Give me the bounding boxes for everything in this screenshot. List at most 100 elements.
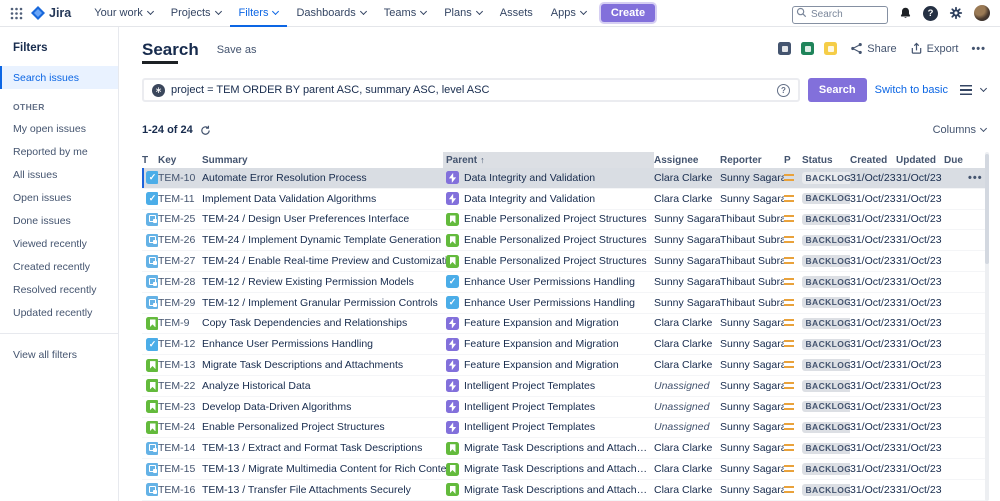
sidebar-item-updated-recently[interactable]: Updated recently xyxy=(0,301,118,324)
table-row[interactable]: TEM-16TEM-13 / Transfer File Attachments… xyxy=(142,480,986,501)
nav-item-plans[interactable]: Plans xyxy=(435,0,491,27)
issue-key-link[interactable]: TEM-12 xyxy=(158,338,202,350)
column-header-created[interactable]: Created xyxy=(850,152,896,168)
columns-button[interactable]: Columns xyxy=(933,124,986,136)
issue-summary-link[interactable]: Develop Data-Driven Algorithms xyxy=(202,401,446,413)
jira-logo[interactable]: Jira xyxy=(31,6,71,20)
scrollbar-thumb[interactable] xyxy=(985,154,989,264)
table-row[interactable]: TEM-29TEM-12 / Implement Granular Permis… xyxy=(142,293,986,314)
issue-key-link[interactable]: TEM-27 xyxy=(158,255,202,267)
parent-link[interactable]: Feature Expansion and Migration xyxy=(446,359,654,372)
table-row[interactable]: TEM-13Migrate Task Descriptions and Atta… xyxy=(142,355,986,376)
issue-summary-link[interactable]: TEM-12 / Implement Granular Permission C… xyxy=(202,297,446,309)
table-row[interactable]: TEM-10Automate Error Resolution ProcessD… xyxy=(142,168,986,189)
help-icon[interactable]: ? xyxy=(923,6,938,21)
issue-summary-link[interactable]: TEM-13 / Migrate Multimedia Content for … xyxy=(202,463,446,475)
issue-summary-link[interactable]: Enhance User Permissions Handling xyxy=(202,338,446,350)
global-search[interactable] xyxy=(792,4,888,22)
export-button[interactable]: Export xyxy=(910,42,959,55)
sidebar-item-done-issues[interactable]: Done issues xyxy=(0,209,118,232)
column-header-reporter[interactable]: Reporter xyxy=(720,152,784,168)
nav-item-projects[interactable]: Projects xyxy=(162,0,230,27)
issue-key-link[interactable]: TEM-26 xyxy=(158,234,202,246)
issue-key-link[interactable]: TEM-24 xyxy=(158,421,202,433)
issue-summary-link[interactable]: TEM-13 / Transfer File Attachments Secur… xyxy=(202,484,446,496)
issue-summary-link[interactable]: TEM-12 / Review Existing Permission Mode… xyxy=(202,276,446,288)
issue-key-link[interactable]: TEM-15 xyxy=(158,463,202,475)
addon-icon-2[interactable] xyxy=(801,42,814,55)
issue-summary-link[interactable]: TEM-24 / Enable Real-time Preview and Cu… xyxy=(202,255,446,267)
settings-gear-icon[interactable] xyxy=(949,6,963,20)
column-header-updated[interactable]: Updated xyxy=(896,152,944,168)
issue-summary-link[interactable]: Automate Error Resolution Process xyxy=(202,172,446,184)
issue-key-link[interactable]: TEM-23 xyxy=(158,401,202,413)
parent-link[interactable]: Intelligent Project Templates xyxy=(446,421,654,434)
user-avatar[interactable] xyxy=(974,5,990,21)
table-row[interactable]: TEM-26TEM-24 / Implement Dynamic Templat… xyxy=(142,230,986,251)
issue-summary-link[interactable]: Enable Personalized Project Structures xyxy=(202,421,446,433)
table-row[interactable]: TEM-9Copy Task Dependencies and Relation… xyxy=(142,314,986,335)
column-header-due[interactable]: Due xyxy=(944,152,968,168)
row-actions-button[interactable]: ••• xyxy=(968,172,983,184)
nav-item-your-work[interactable]: Your work xyxy=(85,0,162,27)
sidebar-item-reported-by-me[interactable]: Reported by me xyxy=(0,140,118,163)
parent-link[interactable]: Enable Personalized Project Structures xyxy=(446,234,654,247)
issue-summary-link[interactable]: Implement Data Validation Algorithms xyxy=(202,193,446,205)
nav-item-apps[interactable]: Apps xyxy=(542,0,595,27)
nav-item-assets[interactable]: Assets xyxy=(491,0,542,27)
jql-help-icon[interactable]: ? xyxy=(777,84,790,97)
issue-key-link[interactable]: TEM-22 xyxy=(158,380,202,392)
nav-item-filters[interactable]: Filters xyxy=(230,0,288,27)
parent-link[interactable]: Enable Personalized Project Structures xyxy=(446,255,654,268)
sidebar-item-my-open-issues[interactable]: My open issues xyxy=(0,117,118,140)
parent-link[interactable]: Intelligent Project Templates xyxy=(446,400,654,413)
table-row[interactable]: TEM-14TEM-13 / Extract and Format Task D… xyxy=(142,438,986,459)
issue-key-link[interactable]: TEM-9 xyxy=(158,317,202,329)
parent-link[interactable]: Intelligent Project Templates xyxy=(446,379,654,392)
column-header-status[interactable]: Status xyxy=(802,152,850,168)
save-as-button[interactable]: Save as xyxy=(217,44,257,56)
addon-icon-1[interactable] xyxy=(778,42,791,55)
parent-link[interactable]: Data Integrity and Validation xyxy=(446,192,654,205)
share-button[interactable]: Share xyxy=(850,42,896,55)
more-actions-button[interactable]: ••• xyxy=(971,43,986,55)
issue-key-link[interactable]: TEM-25 xyxy=(158,213,202,225)
sidebar-item-view-all-filters[interactable]: View all filters xyxy=(0,343,118,366)
table-row[interactable]: TEM-15TEM-13 / Migrate Multimedia Conten… xyxy=(142,459,986,480)
jql-input[interactable]: ∗ project = TEM ORDER BY parent ASC, sum… xyxy=(142,78,800,102)
notifications-bell-icon[interactable] xyxy=(899,6,912,20)
column-header-summary[interactable]: Summary xyxy=(202,152,446,168)
table-row[interactable]: TEM-12Enhance User Permissions HandlingF… xyxy=(142,334,986,355)
sidebar-item-search-issues[interactable]: Search issues xyxy=(0,66,118,89)
column-header-key[interactable]: Key xyxy=(158,152,202,168)
view-options-button[interactable] xyxy=(960,85,986,95)
issue-key-link[interactable]: TEM-13 xyxy=(158,359,202,371)
sidebar-item-open-issues[interactable]: Open issues xyxy=(0,186,118,209)
parent-link[interactable]: Feature Expansion and Migration xyxy=(446,338,654,351)
sidebar-item-created-recently[interactable]: Created recently xyxy=(0,255,118,278)
issue-key-link[interactable]: TEM-28 xyxy=(158,276,202,288)
table-row[interactable]: TEM-22Analyze Historical DataIntelligent… xyxy=(142,376,986,397)
table-row[interactable]: TEM-25TEM-24 / Design User Preferences I… xyxy=(142,210,986,231)
search-button[interactable]: Search xyxy=(808,78,867,102)
refresh-button[interactable] xyxy=(200,125,211,136)
table-row[interactable]: TEM-24Enable Personalized Project Struct… xyxy=(142,418,986,439)
issue-summary-link[interactable]: TEM-13 / Extract and Format Task Descrip… xyxy=(202,442,446,454)
issue-summary-link[interactable]: Analyze Historical Data xyxy=(202,380,446,392)
app-switcher-icon[interactable] xyxy=(10,7,23,20)
issue-key-link[interactable]: TEM-14 xyxy=(158,442,202,454)
table-row[interactable]: TEM-11Implement Data Validation Algorith… xyxy=(142,189,986,210)
nav-item-dashboards[interactable]: Dashboards xyxy=(287,0,374,27)
issue-summary-link[interactable]: TEM-24 / Design User Preferences Interfa… xyxy=(202,213,446,225)
column-header-parent[interactable]: Parent↑ xyxy=(443,152,654,168)
parent-link[interactable]: Enable Personalized Project Structures xyxy=(446,213,654,226)
issue-summary-link[interactable]: Copy Task Dependencies and Relationships xyxy=(202,317,446,329)
table-row[interactable]: TEM-28TEM-12 / Review Existing Permissio… xyxy=(142,272,986,293)
table-row[interactable]: TEM-27TEM-24 / Enable Real-time Preview … xyxy=(142,251,986,272)
parent-link[interactable]: Enhance User Permissions Handling xyxy=(446,296,654,309)
parent-link[interactable]: Data Integrity and Validation xyxy=(446,171,654,184)
parent-link[interactable]: Migrate Task Descriptions and Attachment… xyxy=(446,483,654,496)
vertical-scrollbar[interactable] xyxy=(985,152,989,501)
sidebar-item-viewed-recently[interactable]: Viewed recently xyxy=(0,232,118,255)
issue-key-link[interactable]: TEM-11 xyxy=(158,193,202,205)
